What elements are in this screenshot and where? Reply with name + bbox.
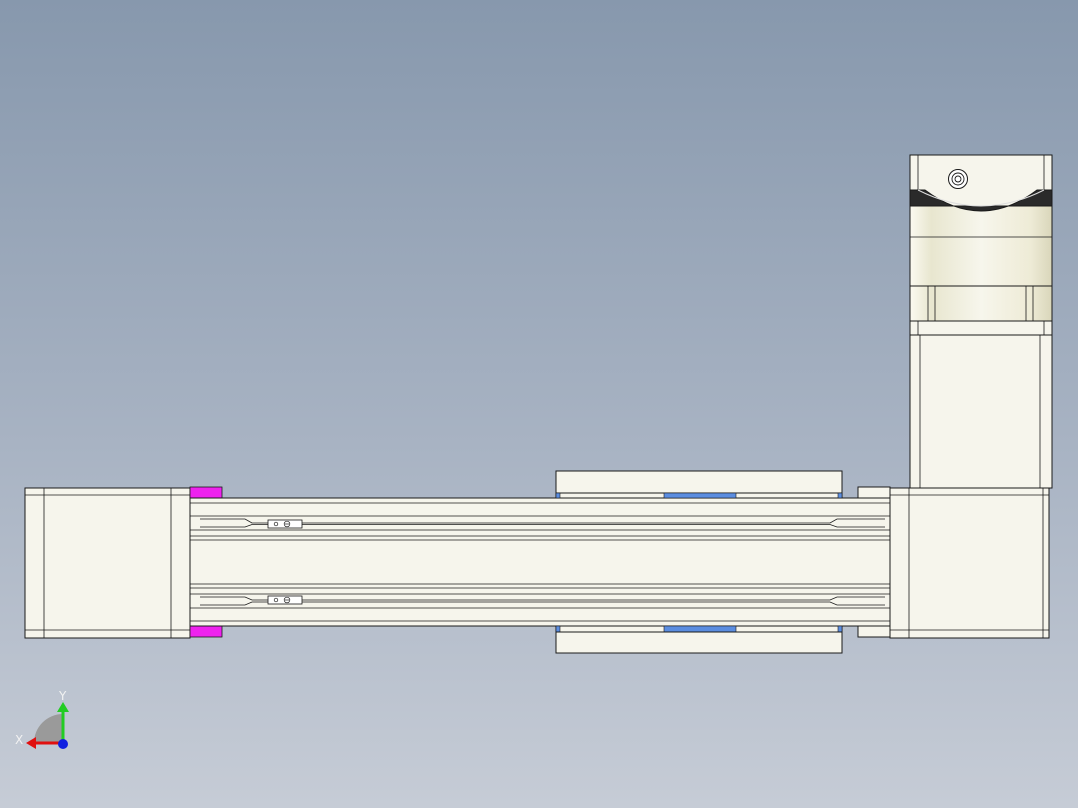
- cad-viewport[interactable]: Y X: [0, 0, 1078, 808]
- linear-actuator-model[interactable]: [0, 0, 1078, 808]
- rail-profile: [189, 497, 891, 627]
- top-left-bumper: [189, 486, 223, 499]
- triad-x-label: X: [15, 733, 24, 747]
- right-top-tab: [857, 486, 891, 499]
- upper-sensor: [267, 519, 303, 529]
- carriage-bottom-blue-strip: [663, 625, 737, 633]
- motor-shaft-icon: [948, 169, 968, 189]
- right-drive-block: [889, 487, 1050, 639]
- right-bottom-tab: [857, 625, 891, 638]
- left-end-cap: [24, 487, 191, 639]
- triad-y-label: Y: [59, 689, 67, 703]
- coordinate-triad-icon: [26, 702, 69, 749]
- carriage-top-blue-strip: [663, 492, 737, 499]
- motor: [909, 154, 1053, 489]
- bottom-left-bumper: [189, 625, 223, 638]
- lower-sensor: [267, 595, 303, 605]
